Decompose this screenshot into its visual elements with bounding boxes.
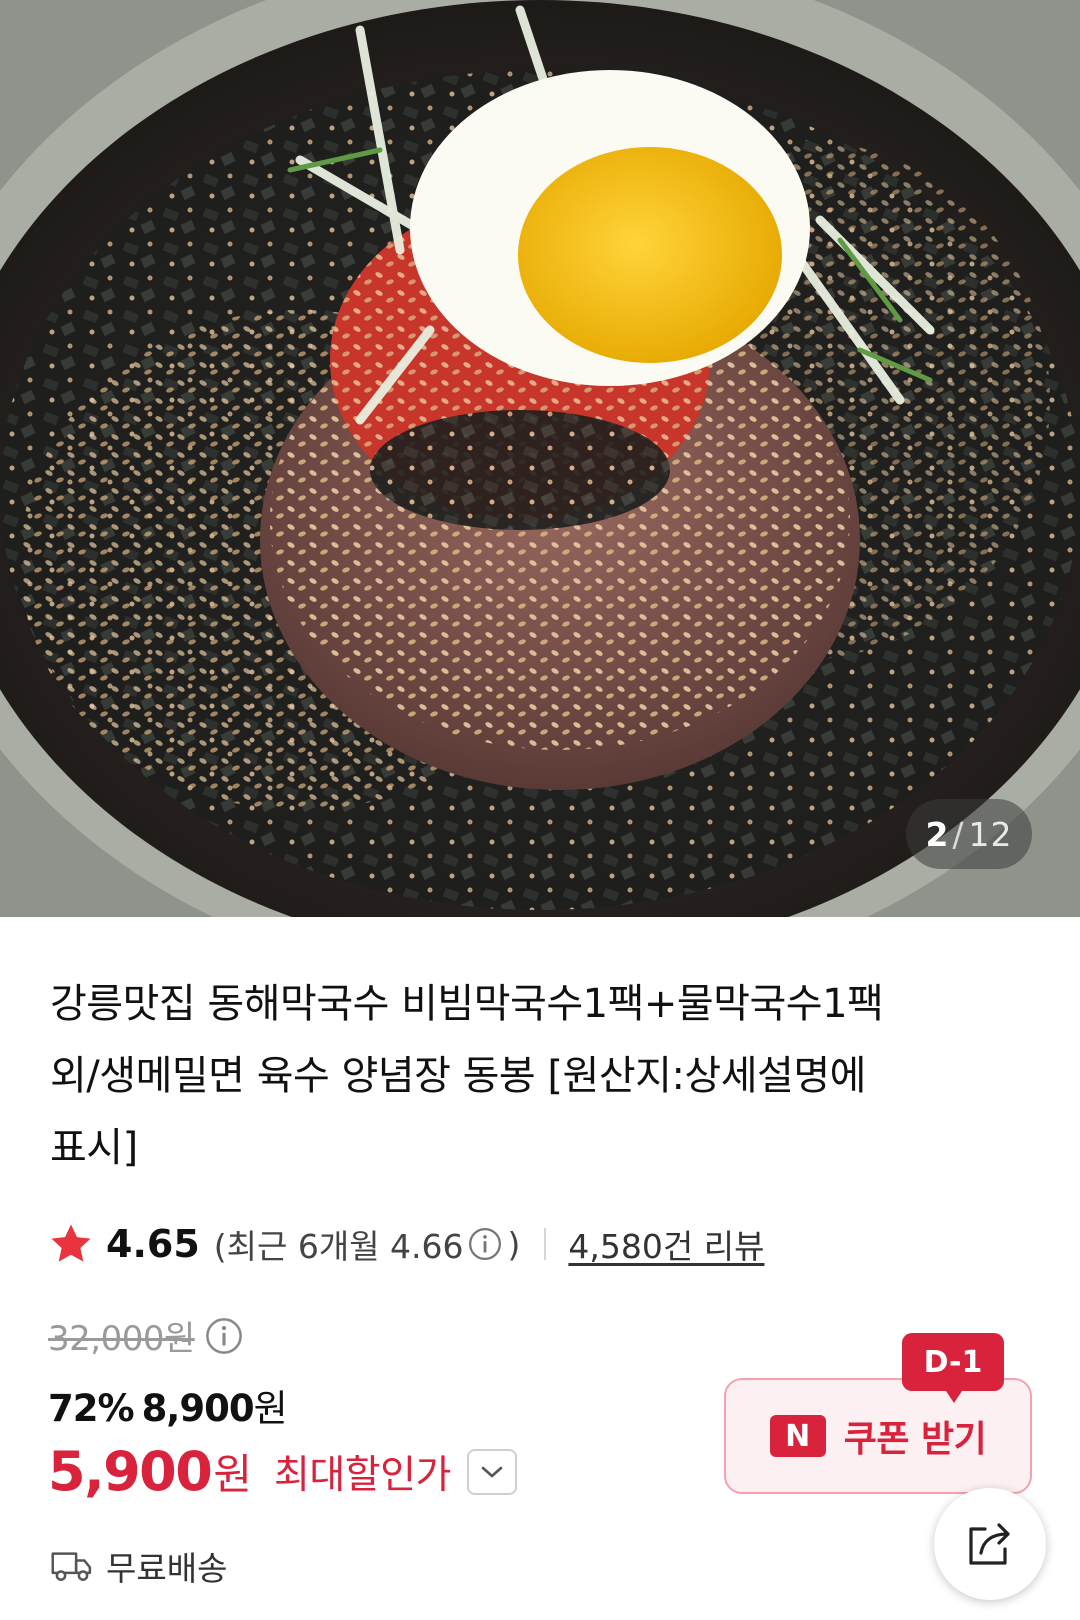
- original-price-row: 32,000원: [48, 1311, 243, 1360]
- rating-score: 4.65: [106, 1222, 200, 1266]
- final-price: 5,900: [48, 1440, 213, 1503]
- discount-price-value: 8,900: [141, 1387, 255, 1430]
- chevron-down-icon: [481, 1466, 503, 1477]
- coupon-download-button[interactable]: N 쿠폰 받기: [724, 1378, 1032, 1494]
- discount-price-unit: 원: [253, 1387, 288, 1430]
- coupon-label: 쿠폰 받기: [843, 1419, 987, 1460]
- shipping-row: 무료배송: [50, 1542, 227, 1590]
- product-image-gallery[interactable]: 2 / 12: [0, 0, 1080, 917]
- naver-n-badge: N: [769, 1415, 826, 1457]
- product-title-line-2: 외/생메밀면 육수 양념장 동봉 [원산지:상세설명에: [50, 1053, 866, 1099]
- shipping-label: 무료배송: [106, 1549, 228, 1588]
- share-icon: [969, 1523, 1010, 1565]
- final-price-unit: 원: [213, 1450, 252, 1499]
- original-price: 32,000원: [48, 1319, 195, 1359]
- star-icon: [51, 1224, 91, 1262]
- discount-price: 8,900원: [141, 1378, 288, 1432]
- discount-row: 72% 8,900원: [48, 1378, 288, 1432]
- product-title-line-1: 강릉맛집 동해막국수 비빔막국수1팩+물막국수1팩: [50, 981, 884, 1027]
- product-title: 강릉맛집 동해막국수 비빔막국수1팩+물막국수1팩 외/생메밀면 육수 양념장 …: [50, 968, 1040, 1184]
- review-count-link[interactable]: 4,580건 리뷰: [568, 1220, 764, 1268]
- dday-badge: D-1: [902, 1333, 1004, 1403]
- max-discount-label: 최대할인가: [273, 1452, 451, 1498]
- final-price-row: 5,900 원 최대할인가: [48, 1440, 517, 1503]
- discount-rate: 72%: [48, 1387, 135, 1430]
- image-counter-separator: /: [952, 814, 965, 854]
- expand-discount-button[interactable]: [466, 1448, 517, 1495]
- info-icon[interactable]: [468, 1227, 502, 1261]
- truck-icon: [51, 1552, 92, 1581]
- product-image: [0, 0, 1080, 917]
- rating-divider: [544, 1228, 547, 1260]
- rating-row: 4.65 (최근 6개월 4.66 ) 4,580건 리뷰: [48, 1216, 764, 1272]
- price-info-icon[interactable]: [205, 1317, 243, 1355]
- recent-rating: (최근 6개월 4.66 ): [214, 1220, 521, 1268]
- image-counter-current: 2: [925, 814, 950, 854]
- recent-rating-close: ): [507, 1224, 521, 1264]
- image-counter-total: 12: [968, 814, 1013, 854]
- image-counter: 2 / 12: [906, 799, 1032, 869]
- share-button[interactable]: [934, 1488, 1046, 1600]
- recent-rating-text: (최근 6개월 4.66: [213, 1227, 464, 1266]
- product-title-line-3: 표시]: [50, 1125, 138, 1171]
